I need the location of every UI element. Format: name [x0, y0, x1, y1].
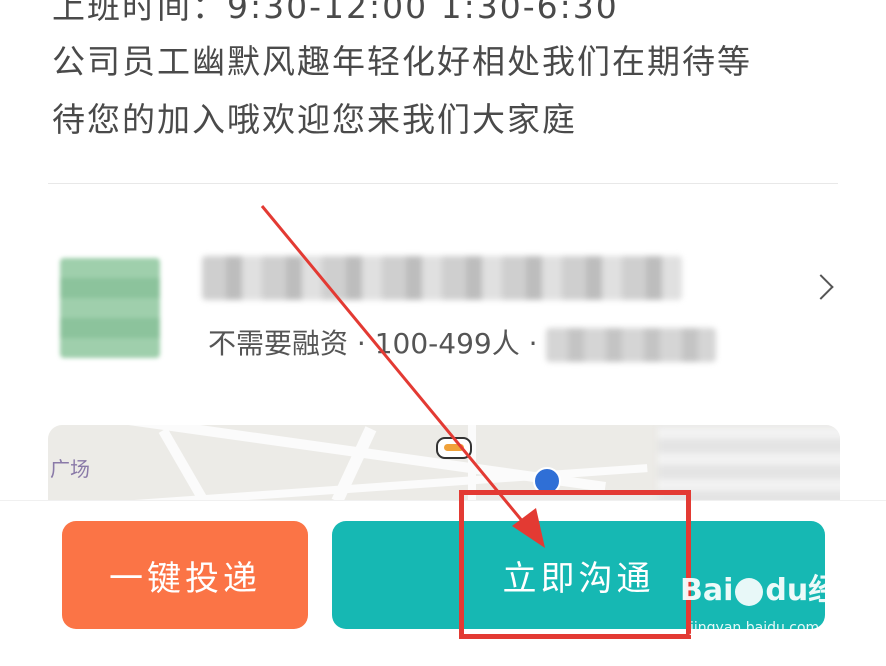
watermark-url: jingyan.baidu.com — [690, 620, 820, 636]
map-place-label: 广场 — [50, 457, 90, 481]
meta-separator: · — [528, 327, 538, 360]
annotation-highlight-box — [459, 490, 691, 639]
company-card[interactable]: 不需要融资 · 100-499人 · — [60, 240, 850, 362]
section-divider — [48, 183, 838, 184]
chevron-right-icon[interactable] — [808, 274, 834, 300]
industry-redacted — [546, 328, 717, 362]
financing-stage: 不需要融资 — [208, 327, 349, 360]
company-meta: 不需要融资 · 100-499人 · — [208, 322, 717, 362]
company-size: 100-499人 — [374, 327, 520, 360]
metro-icon — [436, 437, 472, 459]
description-line: 待您的加入哦欢迎您来我们大家庭 — [52, 100, 577, 139]
paw-icon — [735, 577, 764, 606]
company-name-redacted — [202, 256, 682, 300]
baidu-watermark: Bai du经验 — [680, 573, 869, 608]
watermark-suffix: 经验 — [808, 573, 869, 608]
description-line: 公司员工幽默风趣年轻化好相处我们在期待等 — [52, 42, 752, 81]
company-logo — [60, 258, 160, 358]
watermark-brand: Bai — [680, 573, 734, 608]
work-hours-text: 上班时间：9:30-12:00 1:30-6:30 — [52, 0, 619, 26]
one-click-apply-button[interactable]: 一键投递 — [62, 521, 308, 629]
location-map[interactable]: 广场 — [48, 425, 840, 505]
meta-separator: · — [356, 327, 366, 360]
